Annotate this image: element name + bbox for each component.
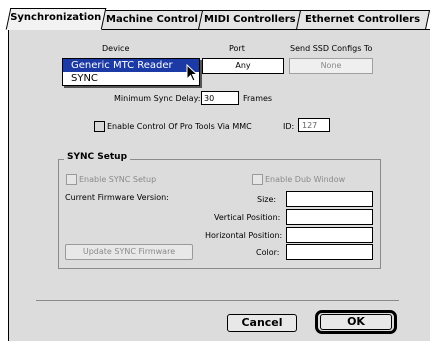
min-sync-delay-value: 30 [204, 94, 215, 103]
horizontal-position-label: Horizontal Position: [205, 231, 283, 240]
device-menu[interactable]: Generic MTC Reader SYNC [62, 58, 200, 86]
color-input[interactable] [286, 244, 373, 260]
tab-ethernet-controllers[interactable]: Ethernet Controllers [295, 10, 430, 30]
port-value: Any [235, 61, 251, 70]
send-ssd-header: Send SSD Configs To [290, 44, 373, 53]
enable-dub-window-checkbox[interactable] [252, 174, 263, 185]
divider [36, 300, 399, 301]
tab-bar: Synchronization Machine Control MIDI Con… [5, 8, 430, 30]
send-ssd-select[interactable]: None [289, 58, 373, 74]
frames-label: Frames [243, 94, 273, 103]
vertical-position-input[interactable] [286, 209, 373, 225]
color-label: Color: [256, 248, 280, 257]
update-sync-firmware-label: Update SYNC Firmware [82, 247, 176, 256]
tab-machine-control[interactable]: Machine Control [99, 10, 205, 30]
size-input[interactable] [286, 191, 373, 207]
enable-dub-window-label: Enable Dub Window [265, 175, 346, 184]
id-input[interactable]: 127 [298, 118, 330, 132]
cancel-button[interactable]: Cancel [227, 314, 297, 332]
port-select[interactable]: Any [202, 58, 284, 74]
tab-midi-controllers[interactable]: MIDI Controllers [197, 10, 303, 30]
id-value: 127 [302, 121, 318, 130]
device-option-generic-mtc-reader[interactable]: Generic MTC Reader [63, 59, 199, 72]
vertical-position-label: Vertical Position: [214, 213, 281, 222]
enable-sync-setup-checkbox[interactable] [66, 174, 77, 185]
update-sync-firmware-button[interactable]: Update SYNC Firmware [65, 244, 193, 260]
horizontal-position-input[interactable] [286, 227, 373, 243]
mmc-checkbox[interactable] [94, 121, 105, 132]
size-label: Size: [257, 195, 277, 204]
send-ssd-value: None [320, 61, 342, 70]
enable-sync-setup-label: Enable SYNC Setup [79, 175, 157, 184]
ok-label: OK [347, 315, 365, 328]
sync-setup-title: SYNC Setup [64, 152, 131, 162]
min-sync-delay-input[interactable]: 30 [201, 91, 239, 105]
port-header: Port [229, 44, 245, 53]
device-option-sync[interactable]: SYNC [63, 72, 199, 85]
firmware-version-label: Current Firmware Version: [65, 193, 169, 202]
id-label: ID: [283, 122, 295, 131]
mmc-label: Enable Control Of Pro Tools Via MMC [107, 122, 252, 131]
device-header: Device [102, 44, 130, 53]
tab-synchronization[interactable]: Synchronization [5, 8, 107, 30]
mouse-pointer-icon [186, 64, 199, 82]
cancel-label: Cancel [241, 316, 283, 329]
min-sync-delay-label: Minimum Sync Delay: [114, 94, 201, 103]
ok-button[interactable]: OK [320, 314, 392, 330]
